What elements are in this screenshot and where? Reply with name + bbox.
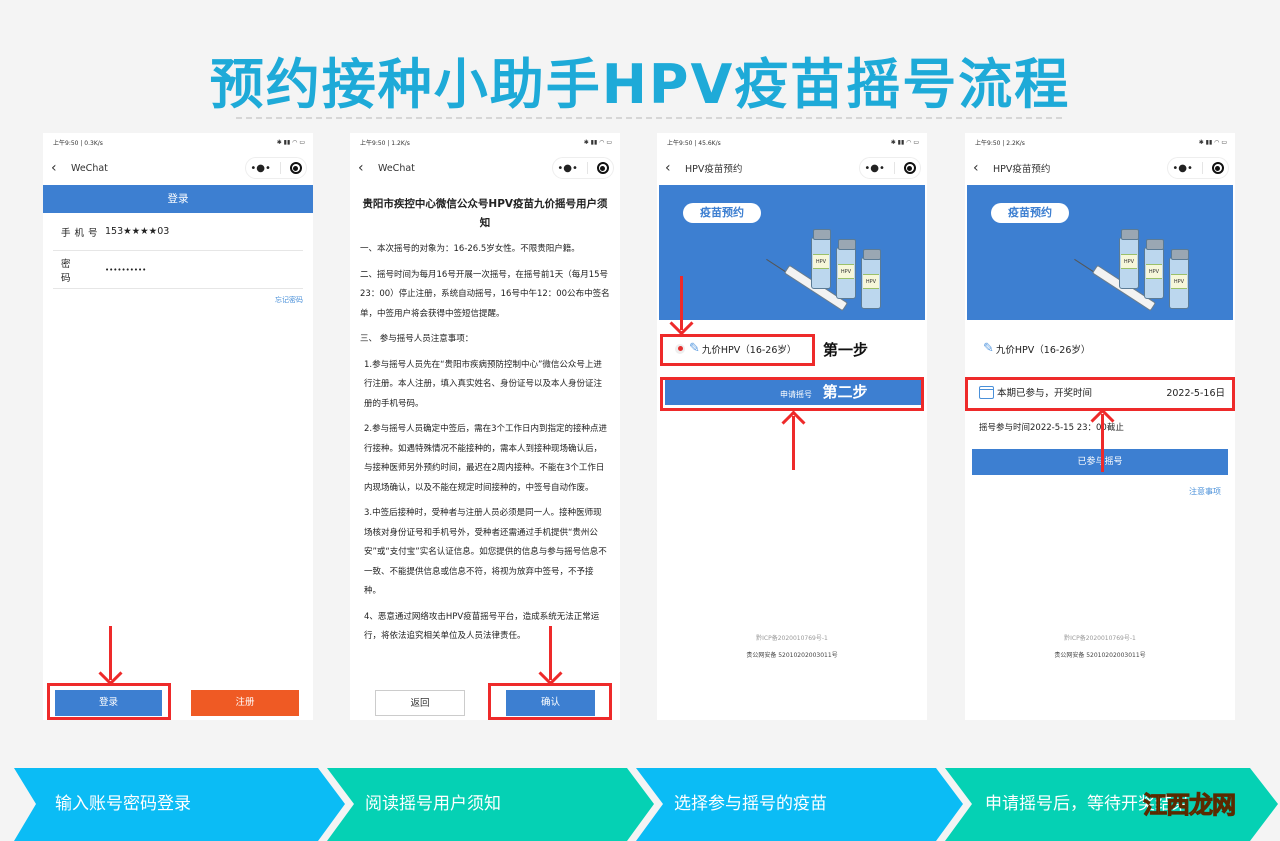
nav-bar: ‹ HPV疫苗预约 •●• bbox=[657, 151, 927, 185]
close-target-icon[interactable] bbox=[903, 162, 916, 174]
flow-step-label: 输入账号密码登录 bbox=[55, 794, 191, 814]
vial-label: HPV bbox=[1171, 274, 1187, 289]
more-dots-icon[interactable]: •●• bbox=[250, 163, 271, 174]
highlight-box-participated bbox=[965, 377, 1235, 411]
highlight-box-login bbox=[47, 683, 171, 720]
banner-label: 疫苗预约 bbox=[991, 203, 1069, 223]
nav-title: HPV疫苗预约 bbox=[993, 164, 1051, 175]
status-icons: ✱ ▮▮ ◠ ▭ bbox=[890, 138, 919, 146]
chevron-left-icon[interactable]: ‹ bbox=[973, 160, 991, 176]
mini-program-capsule: •●• bbox=[552, 157, 614, 179]
vial-label: HPV bbox=[838, 264, 854, 279]
vaccine-option: ✎ 九价HPV（16-26岁） bbox=[983, 341, 1090, 356]
close-target-icon[interactable] bbox=[289, 162, 302, 174]
vaccine-banner: 疫苗预约 HPV HPV HPV bbox=[659, 185, 925, 320]
register-button[interactable]: 注册 bbox=[191, 690, 299, 716]
status-icons: ✱ ▮▮ ◠ ▭ bbox=[276, 138, 305, 146]
notice-paragraph: 二、摇号时间为每月16号开展一次摇号，在摇号前1天（每月15号23：00）停止注… bbox=[360, 269, 610, 319]
arrow-up-icon bbox=[792, 416, 795, 470]
vaccine-banner: 疫苗预约 HPV HPV HPV bbox=[967, 185, 1233, 320]
vial-illustration: HPV bbox=[836, 239, 856, 299]
more-dots-icon[interactable]: •●• bbox=[864, 163, 885, 174]
vial-illustration: HPV bbox=[1169, 249, 1189, 309]
status-bar: 上午9:50 | 0.3K/s ✱ ▮▮ ◠ ▭ bbox=[43, 133, 313, 151]
status-time: 上午9:50 | 1.2K/s bbox=[360, 139, 410, 147]
close-target-icon[interactable] bbox=[596, 162, 609, 174]
phone-value[interactable]: 153★★★★03 bbox=[105, 226, 169, 237]
title-divider bbox=[236, 117, 1062, 119]
vial-label: HPV bbox=[1146, 264, 1162, 279]
joined-button[interactable]: 已参与摇号 bbox=[972, 449, 1228, 475]
arrow-down-icon bbox=[549, 626, 552, 680]
highlight-box-confirm bbox=[488, 683, 612, 720]
status-bar: 上午9:50 | 45.6K/s ✱ ▮▮ ◠ ▭ bbox=[657, 133, 927, 151]
password-field[interactable]: 密码 •••••••••• bbox=[53, 251, 303, 289]
public-security-record: 贵公网安备 52010202003011号 bbox=[1054, 652, 1146, 659]
watermark-logo: 江西龙网 bbox=[1143, 791, 1237, 820]
password-label: 密码 bbox=[61, 258, 91, 284]
status-time: 上午9:50 | 45.6K/s bbox=[667, 139, 721, 147]
status-time: 上午9:50 | 2.2K/s bbox=[975, 139, 1025, 147]
flow-step-label: 选择参与摇号的疫苗 bbox=[674, 794, 827, 814]
notice-title: 贵阳市疾控中心微信公众号HPV疫苗九价摇号用户须知 bbox=[362, 198, 608, 229]
nav-bar: ‹ HPV疫苗预约 •●• bbox=[965, 151, 1235, 185]
vial-label: HPV bbox=[1121, 254, 1137, 269]
status-bar: 上午9:50 | 2.2K/s ✱ ▮▮ ◠ ▭ bbox=[965, 133, 1235, 151]
vaccine-option-label: 九价HPV（16-26岁） bbox=[995, 344, 1091, 356]
vial-label: HPV bbox=[813, 254, 829, 269]
screen-login: 上午9:50 | 0.3K/s ✱ ▮▮ ◠ ▭ ‹ WeChat •●• 登录… bbox=[43, 133, 313, 720]
vial-illustration: HPV bbox=[1144, 239, 1164, 299]
notice-paragraph: 一、本次摇号的对象为：16-26.5岁女性。不限贵阳户籍。 bbox=[360, 244, 580, 254]
arrow-down-icon bbox=[680, 276, 683, 330]
screen-notice: 上午9:50 | 1.2K/s ✱ ▮▮ ◠ ▭ ‹ WeChat •●• 贵阳… bbox=[350, 133, 620, 720]
notice-paragraph: 3.中签后接种时，受种者与注册人员必须是同一人。接种医师现场核对身份证号和手机号… bbox=[364, 508, 607, 596]
notice-paragraph: 1.参与摇号人员先在“贵阳市疾病预防控制中心”微信公众号上进行注册。本人注册，填… bbox=[364, 359, 603, 409]
nav-title: WeChat bbox=[378, 162, 415, 174]
notice-paragraph: 2.参与摇号人员确定中签后，需在3个工作日内到指定的接种点进行接种。如遇特殊情况… bbox=[364, 424, 608, 493]
syringe-icon: ✎ bbox=[983, 341, 994, 356]
mini-program-capsule: •●• bbox=[859, 157, 921, 179]
notice-paragraph: 4、恶意通过网络攻击HPV疫苗摇号平台，造成系统无法正常运行，将依法追究相关单位… bbox=[364, 611, 600, 642]
mini-program-capsule: •●• bbox=[245, 157, 307, 179]
status-time: 上午9:50 | 0.3K/s bbox=[53, 139, 103, 147]
nav-bar: ‹ WeChat •●• bbox=[43, 151, 313, 185]
forgot-password-link[interactable]: 忘记密码 bbox=[43, 295, 303, 305]
status-bar: 上午9:50 | 1.2K/s ✱ ▮▮ ◠ ▭ bbox=[350, 133, 620, 151]
status-icons: ✱ ▮▮ ◠ ▭ bbox=[583, 138, 612, 146]
vial-label: HPV bbox=[863, 274, 879, 289]
password-value[interactable]: •••••••••• bbox=[105, 266, 146, 274]
arrow-down-icon bbox=[109, 626, 112, 680]
chevron-left-icon[interactable]: ‹ bbox=[51, 160, 69, 176]
nav-bar: ‹ WeChat •●• bbox=[350, 151, 620, 185]
chevron-left-icon[interactable]: ‹ bbox=[358, 160, 376, 176]
public-security-record: 贵公网安备 52010202003011号 bbox=[746, 652, 838, 659]
vial-illustration: HPV bbox=[861, 249, 881, 309]
close-target-icon[interactable] bbox=[1211, 162, 1224, 174]
highlight-box-vaccine bbox=[660, 334, 815, 366]
arrow-up-icon bbox=[1101, 414, 1104, 472]
chevron-left-icon[interactable]: ‹ bbox=[665, 160, 683, 176]
banner-label: 疫苗预约 bbox=[683, 203, 761, 223]
more-dots-icon[interactable]: •●• bbox=[557, 163, 578, 174]
page-title: 预约接种小助手HPV疫苗摇号流程 bbox=[209, 53, 1071, 116]
notes-link[interactable]: 注意事项 bbox=[1189, 486, 1221, 497]
notice-paragraph: 三、 参与摇号人员注意事项： bbox=[360, 334, 474, 344]
mini-program-capsule: •●• bbox=[1167, 157, 1229, 179]
phone-field[interactable]: 手机号 153★★★★03 bbox=[53, 213, 303, 251]
nav-title: WeChat bbox=[71, 162, 108, 174]
status-icons: ✱ ▮▮ ◠ ▭ bbox=[1198, 138, 1227, 146]
login-header: 登录 bbox=[43, 185, 313, 213]
more-dots-icon[interactable]: •●• bbox=[1172, 163, 1193, 174]
icp-record: 黔ICP备2020010769号-1 bbox=[756, 635, 828, 642]
phone-label: 手机号 bbox=[61, 227, 102, 239]
back-button[interactable]: 返回 bbox=[375, 690, 465, 716]
vial-illustration: HPV bbox=[1119, 229, 1139, 289]
step1-annotation: 第一步 bbox=[823, 341, 869, 359]
flow-step-label: 阅读摇号用户须知 bbox=[365, 794, 501, 814]
highlight-box-apply bbox=[660, 377, 924, 411]
vial-illustration: HPV bbox=[811, 229, 831, 289]
icp-record: 黔ICP备2020010769号-1 bbox=[1064, 635, 1136, 642]
nav-title: HPV疫苗预约 bbox=[685, 164, 743, 175]
